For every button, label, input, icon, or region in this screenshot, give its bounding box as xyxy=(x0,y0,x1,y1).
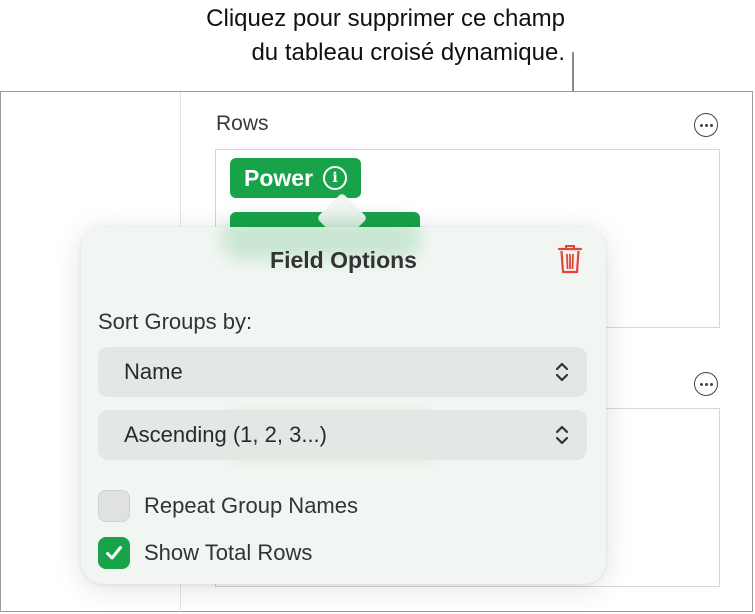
rows-more-options-icon[interactable] xyxy=(694,113,718,137)
repeat-group-names-checkbox[interactable] xyxy=(98,490,130,522)
sort-by-value: Name xyxy=(124,359,183,384)
popover-title: Field Options xyxy=(270,247,417,273)
sort-order-value: Ascending (1, 2, 3...) xyxy=(124,422,327,447)
callout-line-2: du tableau croisé dynamique. xyxy=(251,39,565,66)
show-total-rows-row[interactable]: Show Total Rows xyxy=(98,537,312,569)
rows-section-label: Rows xyxy=(216,112,269,135)
sort-order-select[interactable]: Ascending (1, 2, 3...) xyxy=(98,410,587,460)
chevron-updown-icon xyxy=(555,362,569,382)
callout-text: Cliquez pour supprimer ce champ du table… xyxy=(5,2,565,70)
field-options-popover: Field Options Sort Groups by: Name Ascen… xyxy=(81,219,606,584)
callout-line-1: Cliquez pour supprimer ce champ xyxy=(206,5,565,32)
show-total-rows-checkbox[interactable] xyxy=(98,537,130,569)
sort-by-select[interactable]: Name xyxy=(98,347,587,397)
show-total-rows-label: Show Total Rows xyxy=(144,540,313,565)
info-icon[interactable]: i xyxy=(323,166,348,190)
field-pill-power[interactable]: Power i xyxy=(230,158,362,198)
repeat-group-names-label: Repeat Group Names xyxy=(144,493,358,518)
repeat-group-names-row[interactable]: Repeat Group Names xyxy=(98,490,358,522)
trash-icon[interactable] xyxy=(558,244,582,274)
checkmark-icon xyxy=(106,546,122,560)
field-pill-label: Power xyxy=(244,164,314,191)
sort-groups-label: Sort Groups by: xyxy=(98,309,253,334)
chevron-updown-icon xyxy=(555,425,569,445)
section-more-options-icon[interactable] xyxy=(694,372,718,396)
